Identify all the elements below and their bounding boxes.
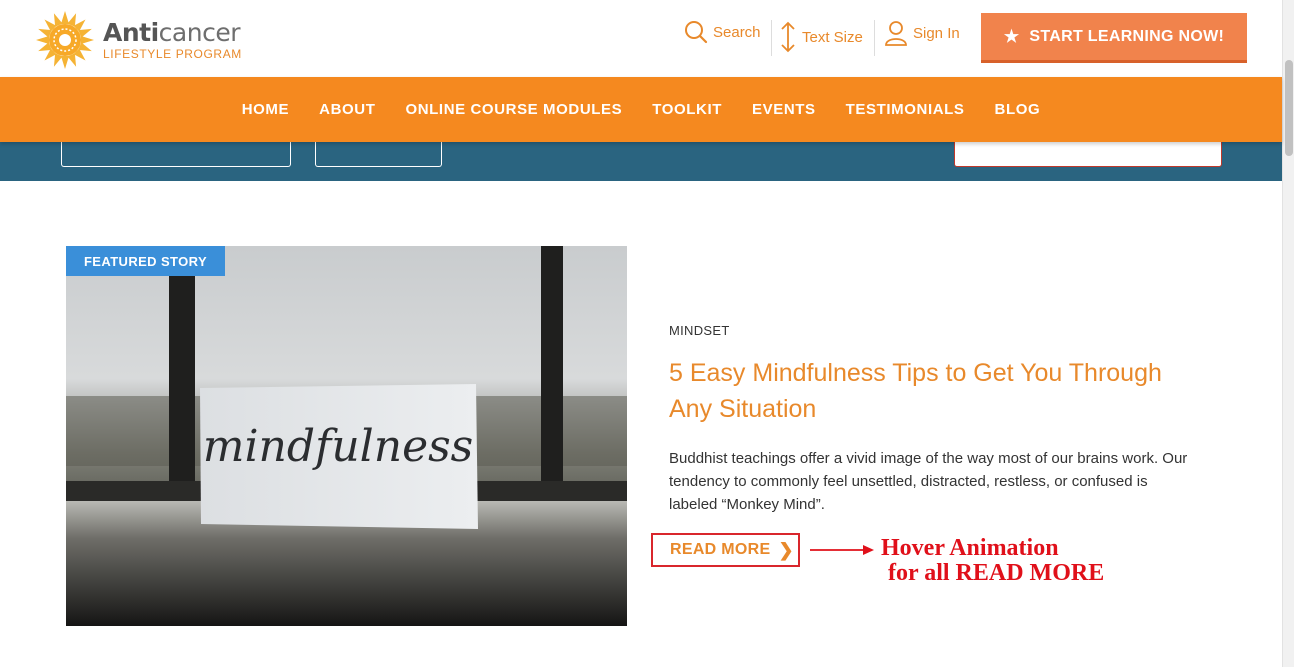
category-label[interactable]: MINDSET bbox=[669, 323, 730, 338]
cta-label: START LEARNING NOW! bbox=[1029, 27, 1225, 45]
scrollbar-thumb[interactable] bbox=[1285, 60, 1293, 156]
mindfulness-photo: mindfulness bbox=[66, 246, 627, 626]
main-nav: HOME ABOUT ONLINE COURSE MODULES TOOLKIT… bbox=[0, 77, 1282, 142]
text-size-button[interactable]: Text Size bbox=[779, 20, 863, 54]
strip-action-button[interactable] bbox=[954, 142, 1222, 167]
article-title[interactable]: 5 Easy Mindfulness Tips to Get You Throu… bbox=[669, 355, 1189, 427]
read-more-button[interactable]: READ MORE ❯ bbox=[651, 533, 800, 567]
star-icon: ★ bbox=[1003, 26, 1020, 46]
nav-item-testimonials[interactable]: TESTIMONIALS bbox=[846, 101, 965, 118]
nav-item-online-course-modules[interactable]: ONLINE COURSE MODULES bbox=[405, 101, 622, 118]
nav-item-home[interactable]: HOME bbox=[242, 101, 289, 118]
sign-in-label: Sign In bbox=[913, 24, 960, 42]
divider bbox=[874, 20, 875, 56]
scrollbar[interactable] bbox=[1282, 0, 1294, 667]
read-more-label: READ MORE bbox=[670, 541, 771, 558]
hover-annotation: Hover Animation for all READ MORE bbox=[881, 536, 1104, 586]
annotation-arrow-icon bbox=[810, 545, 874, 555]
article-excerpt: Buddhist teachings offer a vivid image o… bbox=[669, 450, 1188, 513]
search-button[interactable]: Search bbox=[684, 20, 761, 44]
text-size-label: Text Size bbox=[802, 28, 863, 46]
nav-item-blog[interactable]: BLOG bbox=[995, 101, 1041, 118]
site-header: Anticancer LIFESTYLE PROGRAM Search Text… bbox=[0, 0, 1282, 77]
text-size-icon bbox=[781, 21, 795, 53]
search-strip bbox=[0, 142, 1282, 181]
sign-in-button[interactable]: Sign In bbox=[884, 20, 960, 46]
logo-title: Anticancer bbox=[103, 18, 241, 47]
nav-item-toolkit[interactable]: TOOLKIT bbox=[652, 101, 722, 118]
start-learning-button[interactable]: ★ START LEARNING NOW! bbox=[981, 13, 1247, 63]
user-icon bbox=[885, 21, 907, 46]
logo-text: Anticancer LIFESTYLE PROGRAM bbox=[103, 18, 242, 62]
chevron-right-icon: ❯ bbox=[778, 539, 794, 560]
search-label: Search bbox=[713, 23, 761, 41]
strip-input[interactable] bbox=[61, 142, 291, 167]
card-handwriting: mindfulness bbox=[203, 421, 474, 472]
featured-image[interactable]: mindfulness bbox=[66, 246, 627, 626]
nav-item-about[interactable]: ABOUT bbox=[319, 101, 375, 118]
strip-button[interactable] bbox=[315, 142, 442, 167]
logo-subtitle: LIFESTYLE PROGRAM bbox=[103, 47, 242, 61]
featured-story-badge: FEATURED STORY bbox=[66, 246, 225, 276]
sun-logo-icon bbox=[36, 11, 94, 69]
search-icon bbox=[685, 21, 708, 44]
annotation-line-1: Hover Animation bbox=[881, 535, 1059, 561]
divider bbox=[771, 20, 772, 56]
logo[interactable]: Anticancer LIFESTYLE PROGRAM bbox=[35, 10, 245, 70]
nav-item-events[interactable]: EVENTS bbox=[752, 101, 816, 118]
annotation-line-2: for all READ MORE bbox=[888, 560, 1105, 586]
